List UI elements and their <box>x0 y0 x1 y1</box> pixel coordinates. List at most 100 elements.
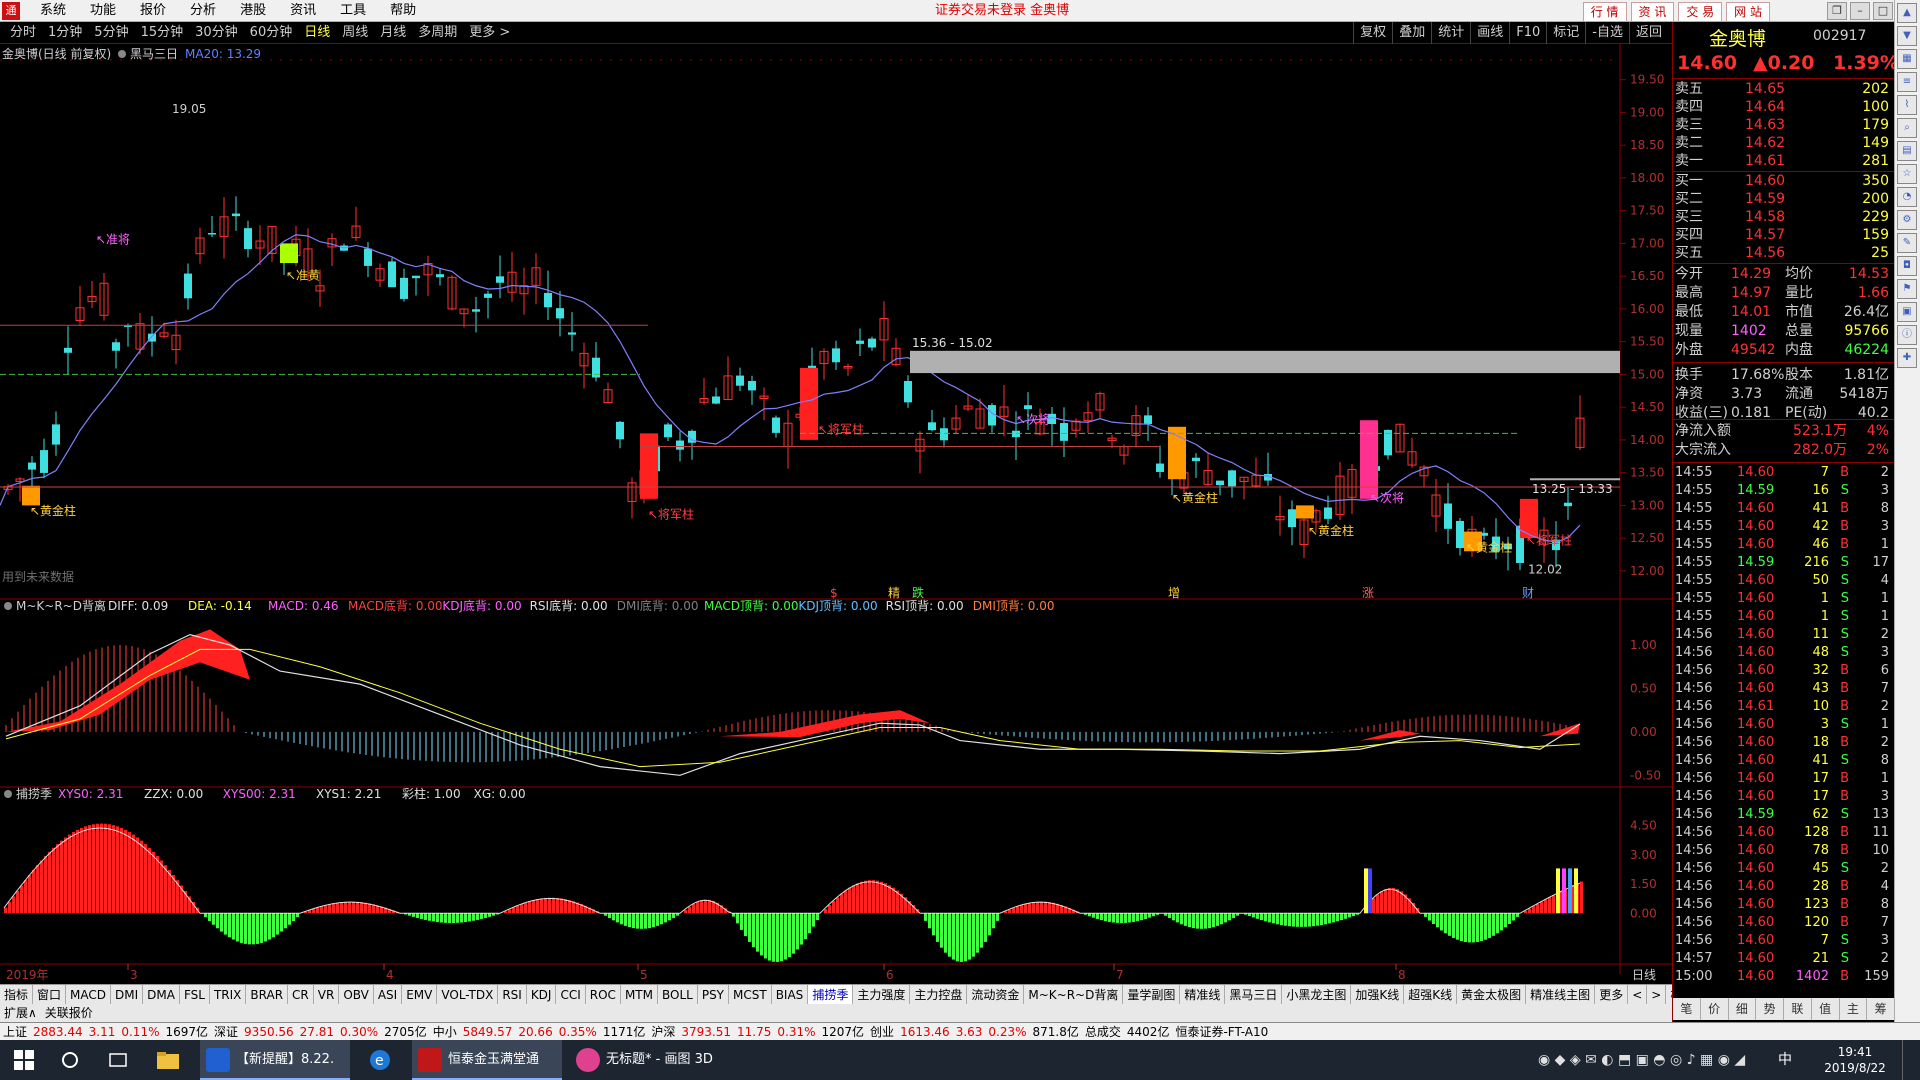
indicator-tab[interactable]: 黑马三日 <box>1225 985 1283 1004</box>
top-tab[interactable]: 交 易 <box>1678 2 1723 22</box>
indicator-tab[interactable]: 黄金太极图 <box>1457 985 1527 1004</box>
tray-icons[interactable]: ◉ ◆ ◈ ✉ ◐ ⬒ ▣ ◓ ◎ ♪ ▦ ◉ ◢ 🔈 <box>1538 1040 1758 1080</box>
top-tab[interactable]: 行 情 <box>1582 2 1627 22</box>
show-desktop-button[interactable] <box>1902 1040 1916 1080</box>
start-icon[interactable] <box>14 1040 36 1080</box>
indicator-tab[interactable]: 主力控盘 <box>910 985 968 1004</box>
period-tab[interactable]: 周线 <box>336 22 374 44</box>
period-tab[interactable]: 更多 > <box>463 22 516 44</box>
quote-tab[interactable]: 联 <box>1784 998 1812 1020</box>
search-icon[interactable] <box>60 1040 84 1080</box>
ime-indicator[interactable]: 中 <box>1778 1040 1802 1080</box>
indicator-tab[interactable]: 更多 <box>1595 985 1629 1004</box>
period-tab[interactable]: 5分钟 <box>88 22 134 44</box>
quote-tab[interactable]: 笔 <box>1673 998 1701 1020</box>
menu-item[interactable]: 资讯 <box>278 0 328 22</box>
maximize-icon[interactable]: □ <box>1873 2 1893 20</box>
menu-item[interactable]: 帮助 <box>378 0 428 22</box>
macd-toggle-icon[interactable] <box>4 602 12 610</box>
indicator-tab[interactable]: 窗口 <box>33 985 67 1004</box>
toolbar-search-icon[interactable]: ⌕ <box>1897 118 1917 138</box>
indicator-tab[interactable]: DMA <box>143 985 180 1004</box>
indicator-tab[interactable]: FSL <box>180 985 210 1004</box>
quote-tab[interactable]: 势 <box>1756 998 1784 1020</box>
indicator-tab[interactable]: VR <box>314 985 340 1004</box>
period-tab[interactable]: 分时 <box>4 22 42 44</box>
tool-button[interactable]: -自选 <box>1585 22 1629 44</box>
tool-button[interactable]: 返回 <box>1628 22 1668 44</box>
indicator-tab[interactable]: 加强K线 <box>1351 985 1405 1004</box>
indicator-tab[interactable]: TRIX <box>210 985 247 1004</box>
quote-tab[interactable]: 值 <box>1812 998 1840 1020</box>
indicator-tab[interactable]: < <box>1628 985 1648 1004</box>
xys-toggle-icon[interactable] <box>4 790 12 798</box>
toolbar-calc-icon[interactable]: ▣ <box>1897 302 1917 322</box>
menu-item[interactable]: 报价 <box>128 0 178 22</box>
indicator-tab[interactable]: VOL-TDX <box>437 985 499 1004</box>
menu-item[interactable]: 工具 <box>328 0 378 22</box>
toolbar-lock-icon[interactable]: ◘ <box>1897 256 1917 276</box>
indicator-tab[interactable]: ROC <box>586 985 621 1004</box>
indicator-tab[interactable]: BOLL <box>658 985 698 1004</box>
toolbar-down-icon[interactable]: ▼ <box>1897 26 1917 46</box>
indicator-tab[interactable]: 精准线 <box>1180 985 1226 1004</box>
indicator-tab[interactable]: BIAS <box>772 985 809 1004</box>
indicator-tab[interactable]: 指标 <box>0 985 34 1004</box>
indicator-tab[interactable]: CCI <box>556 985 586 1004</box>
toolbar-doc-icon[interactable]: ▤ <box>1897 141 1917 161</box>
task-view-icon[interactable] <box>108 1040 132 1080</box>
toolbar-flag-icon[interactable]: ⚑ <box>1897 279 1917 299</box>
period-tab[interactable]: 多周期 <box>412 22 463 44</box>
quote-tab[interactable]: 主 <box>1840 998 1868 1020</box>
period-tab[interactable]: 15分钟 <box>135 22 190 44</box>
indicator-tab[interactable]: BRAR <box>246 985 289 1004</box>
clock[interactable]: 19:41 2019/8/22 <box>1820 1040 1890 1080</box>
menu-item[interactable]: 功能 <box>78 0 128 22</box>
indicator-tab[interactable]: CR <box>288 985 314 1004</box>
toolbar-star-icon[interactable]: ☆ <box>1897 164 1917 184</box>
indicator-tab[interactable]: RSI <box>498 985 527 1004</box>
period-tab[interactable]: 60分钟 <box>244 22 299 44</box>
tool-button[interactable]: 叠加 <box>1392 22 1431 44</box>
tool-button[interactable]: F10 <box>1509 22 1546 44</box>
period-tab[interactable]: 日线 <box>298 22 336 44</box>
kline-chart[interactable]: 金奥博(日线 前复权) 黑马三日 MA20: 13.29 19.50 19.00 1… <box>0 44 1672 984</box>
indicator-tab[interactable]: KDJ <box>527 985 557 1004</box>
indicator-tab[interactable]: MACD <box>66 985 112 1004</box>
indicator-tab[interactable]: 捕捞季 <box>808 985 854 1004</box>
toolbar-gear-icon[interactable]: ⚙ <box>1897 210 1917 230</box>
quote-tab[interactable]: 价 <box>1701 998 1729 1020</box>
indicator-tab[interactable]: > <box>1647 985 1667 1004</box>
toolbar-pen-icon[interactable]: ✎ <box>1897 233 1917 253</box>
toolbar-grid-icon[interactable]: ▦ <box>1897 49 1917 69</box>
edge-icon[interactable]: e <box>368 1040 392 1080</box>
tool-button[interactable]: 统计 <box>1431 22 1470 44</box>
indicator-tab[interactable]: M~K~R~D背离 <box>1024 985 1124 1004</box>
indicator-tab[interactable]: EMV <box>402 985 438 1004</box>
indicator-tab[interactable]: 超强K线 <box>1404 985 1458 1004</box>
indicator-tab[interactable]: 主力强度 <box>853 985 911 1004</box>
top-tab[interactable]: 网 站 <box>1726 2 1770 22</box>
indicator-tab[interactable]: 量学副图 <box>1123 985 1181 1004</box>
toolbar-list-icon[interactable]: ≡ <box>1897 72 1917 92</box>
indicator-toggle-icon[interactable] <box>118 50 126 58</box>
tool-button[interactable]: 复权 <box>1353 22 1392 44</box>
minimize-icon[interactable]: – <box>1850 2 1870 20</box>
period-tab[interactable]: 30分钟 <box>189 22 244 44</box>
indicator-tab[interactable]: MTM <box>621 985 658 1004</box>
top-tab[interactable]: 资 讯 <box>1630 2 1675 22</box>
indicator-tab[interactable]: PSY <box>698 985 730 1004</box>
indicator-tab[interactable]: 模板 <box>1666 985 1672 1004</box>
sub-bar-item[interactable]: 扩展∧ <box>0 1004 41 1022</box>
toolbar-info-icon[interactable]: ⓘ <box>1897 325 1917 345</box>
indicator-tab[interactable]: 精准线主图 <box>1526 985 1596 1004</box>
taskbar-item-browser[interactable]: 【新提醒】8.22.就... <box>200 1040 350 1080</box>
tool-button[interactable]: 画线 <box>1470 22 1509 44</box>
indicator-tab[interactable]: 小黑龙主图 <box>1282 985 1352 1004</box>
sub-bar-item[interactable]: 关联报价 <box>41 1004 97 1022</box>
tool-button[interactable]: 标记 <box>1546 22 1585 44</box>
toolbar-bell-icon[interactable]: ◔ <box>1897 187 1917 207</box>
file-explorer-icon[interactable] <box>156 1040 180 1080</box>
toolbar-chart-icon[interactable]: ⌇ <box>1897 95 1917 115</box>
indicator-tab[interactable]: DMI <box>111 985 144 1004</box>
